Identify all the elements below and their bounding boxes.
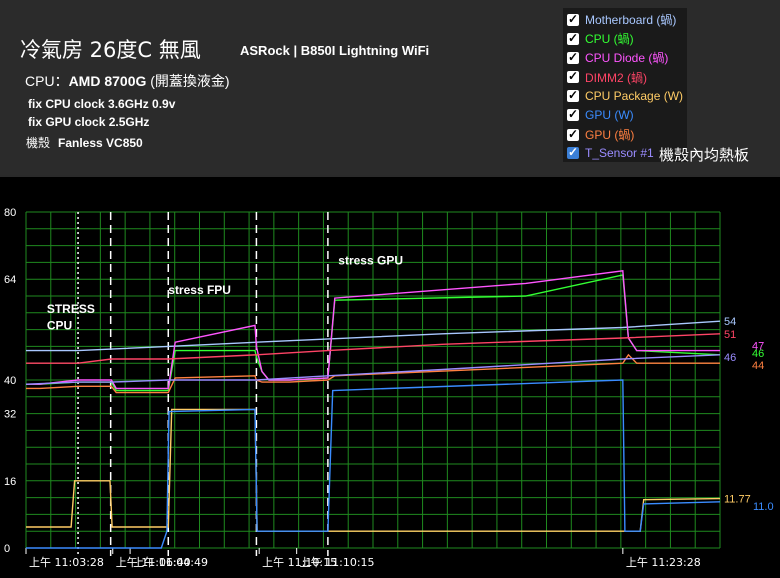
annotation-label: stress GPU [338, 254, 403, 268]
series-end-label: 54 [724, 316, 736, 328]
temperature-chart: 01632406480上午 11:03:28 上午 11:06:40上午 11:0… [4, 207, 774, 569]
x-tick-label: 上午 11:04:49 [133, 556, 208, 569]
series-end-label: 46 [752, 348, 764, 360]
series-end-label: 51 [724, 329, 736, 341]
x-tick-label: 上午 11:03:28 [29, 556, 104, 569]
y-tick-label: 32 [4, 409, 16, 421]
series-end-label: 46 [724, 352, 736, 364]
x-tick-label: 上午 11:23:28 [626, 556, 701, 569]
series-end-label: 11.77 [724, 494, 751, 506]
series-end-label: 11.0 [753, 501, 774, 513]
y-tick-label: 80 [4, 207, 16, 219]
annotation-label: STRESS [47, 302, 95, 316]
annotation-label: stress FPU [168, 283, 231, 297]
y-tick-label: 40 [4, 375, 16, 387]
annotation-label: CPU [47, 319, 72, 333]
y-tick-label: 64 [4, 274, 16, 286]
y-tick-label: 16 [4, 476, 16, 488]
series-end-label: 44 [752, 360, 764, 372]
y-tick-label: 0 [4, 543, 10, 555]
x-tick-label: 上午 11:10:15 [300, 556, 375, 569]
